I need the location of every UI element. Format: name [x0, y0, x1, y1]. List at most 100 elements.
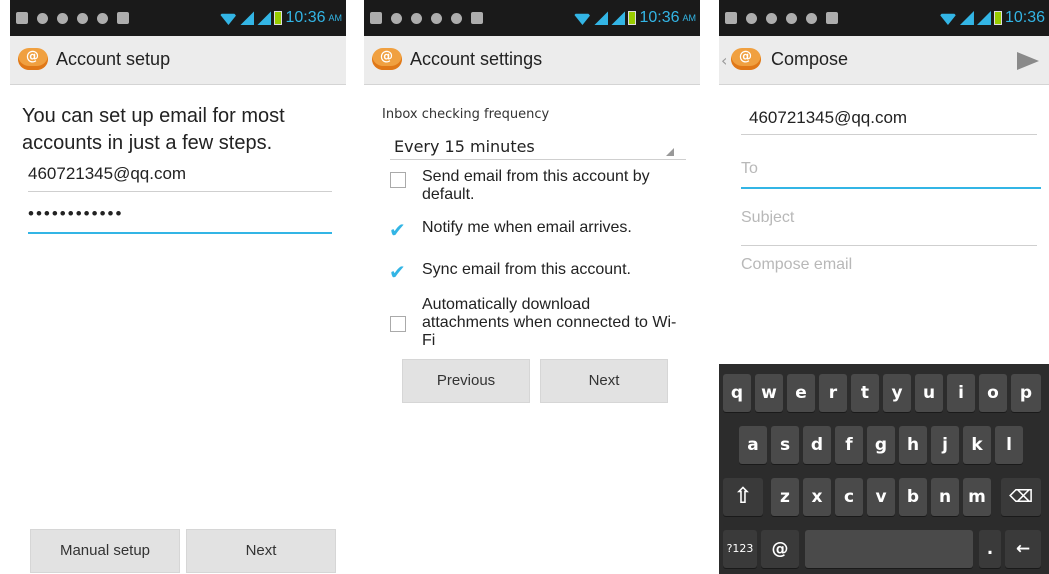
signal-icon [257, 11, 272, 25]
symbols-key[interactable]: ?123 [723, 530, 757, 568]
account-settings-screen: 10:36 AM Account settings Inbox checking… [364, 0, 700, 574]
spinner-arrow-icon [666, 148, 674, 156]
key-x[interactable]: x [803, 478, 831, 516]
bluetooth-icon [806, 12, 817, 24]
settings-icon [411, 12, 422, 24]
period-key[interactable]: . [979, 530, 1001, 568]
key-u[interactable]: u [915, 374, 943, 412]
status-bar: 10:36 AM [10, 0, 346, 36]
signal-icon [959, 11, 974, 25]
key-d[interactable]: d [803, 426, 831, 464]
checkbox-unchecked-icon[interactable] [390, 316, 406, 332]
previous-button[interactable]: Previous [402, 359, 530, 403]
to-input[interactable]: To [741, 160, 758, 178]
status-ampm: AM [682, 13, 697, 23]
key-r[interactable]: r [819, 374, 847, 412]
key-m[interactable]: m [963, 478, 991, 516]
key-p[interactable]: p [1011, 374, 1041, 412]
image-icon [826, 12, 838, 24]
compose-body-input[interactable]: Compose email [741, 256, 852, 274]
key-b[interactable]: b [899, 478, 927, 516]
key-l[interactable]: l [995, 426, 1023, 464]
notification-icon [725, 12, 737, 24]
from-field[interactable]: 460721345@qq.com [749, 108, 1049, 128]
notification-icons [370, 11, 483, 25]
status-bar: 10:36 AM [364, 0, 700, 36]
action-bar: Account settings [364, 36, 700, 85]
password-underline [28, 232, 332, 234]
notification-icons [725, 11, 838, 25]
shift-icon[interactable]: ⇧ [723, 478, 763, 516]
next-button[interactable]: Next [540, 359, 668, 403]
option-label: Send email from this account by default. [422, 168, 650, 203]
wifi-icon [573, 13, 592, 25]
subject-input[interactable]: Subject [741, 209, 794, 227]
key-q[interactable]: q [723, 374, 751, 412]
signal-icon [594, 11, 609, 25]
checkbox-unchecked-icon[interactable] [390, 172, 406, 188]
delete-icon[interactable]: ⌫ [1001, 478, 1041, 516]
signal-icon [240, 11, 255, 25]
email-app-icon[interactable] [731, 48, 761, 70]
wifi-icon [938, 13, 957, 25]
page-title: Account setup [56, 49, 171, 69]
email-app-icon[interactable] [18, 48, 48, 70]
enter-icon[interactable]: ← [1005, 530, 1041, 568]
option-auto-download[interactable]: Automatically download attachments when … [390, 296, 680, 350]
key-c[interactable]: c [835, 478, 863, 516]
key-t[interactable]: t [851, 374, 879, 412]
battery-icon [274, 11, 283, 25]
space-bar[interactable] [805, 530, 973, 568]
back-icon[interactable]: ‹ [721, 51, 727, 70]
status-time: 10:36 [639, 9, 680, 26]
key-w[interactable]: w [755, 374, 783, 412]
battery-icon [628, 11, 637, 25]
checkbox-checked-icon[interactable] [389, 260, 406, 284]
at-key[interactable]: @ [761, 530, 799, 568]
checkbox-checked-icon[interactable] [389, 218, 406, 242]
key-y[interactable]: y [883, 374, 911, 412]
key-o[interactable]: o [979, 374, 1007, 412]
manual-setup-button[interactable]: Manual setup [30, 529, 180, 573]
from-underline [741, 134, 1037, 135]
key-s[interactable]: s [771, 426, 799, 464]
option-notify[interactable]: Notify me when email arrives. [389, 218, 680, 242]
usb-icon [786, 12, 797, 24]
intro-text: You can set up email for most accounts i… [22, 105, 285, 154]
key-v[interactable]: v [867, 478, 895, 516]
image-icon [471, 12, 483, 24]
notification-icons [16, 11, 129, 25]
next-button[interactable]: Next [186, 529, 336, 573]
option-label: Notify me when email arrives. [422, 219, 632, 236]
battery-icon [993, 11, 1002, 25]
key-f[interactable]: f [835, 426, 863, 464]
key-e[interactable]: e [787, 374, 815, 412]
status-time: 10:36 [1004, 9, 1045, 26]
usb-icon [431, 12, 442, 24]
option-send-default[interactable]: Send email from this account by default. [390, 168, 680, 204]
option-sync[interactable]: Sync email from this account. [389, 260, 680, 284]
key-k[interactable]: k [963, 426, 991, 464]
signal-icon [976, 11, 991, 25]
soft-keyboard: q w e r t y u i o p a s d f g h j k l ⇧ … [719, 364, 1049, 574]
settings-icon [766, 12, 777, 24]
usb-icon [746, 12, 757, 24]
notification-icon [370, 12, 382, 24]
email-app-icon[interactable] [372, 48, 402, 70]
key-i[interactable]: i [947, 374, 975, 412]
key-n[interactable]: n [931, 478, 959, 516]
compose-screen: 10:36 ‹ Compose 460721345@qq.com To Subj… [719, 0, 1049, 574]
email-field[interactable]: 460721345@qq.com [28, 164, 328, 184]
key-z[interactable]: z [771, 478, 799, 516]
frequency-spinner[interactable]: Every 15 minutes [394, 137, 535, 156]
send-icon[interactable] [1017, 52, 1039, 70]
key-h[interactable]: h [899, 426, 927, 464]
key-a[interactable]: a [739, 426, 767, 464]
key-j[interactable]: j [931, 426, 959, 464]
action-bar: Account setup [10, 36, 346, 85]
option-label: Sync email from this account. [422, 261, 631, 278]
password-field[interactable]: •••••••••••• [28, 204, 328, 224]
key-g[interactable]: g [867, 426, 895, 464]
usb-icon [77, 12, 88, 24]
subject-underline [741, 245, 1037, 246]
